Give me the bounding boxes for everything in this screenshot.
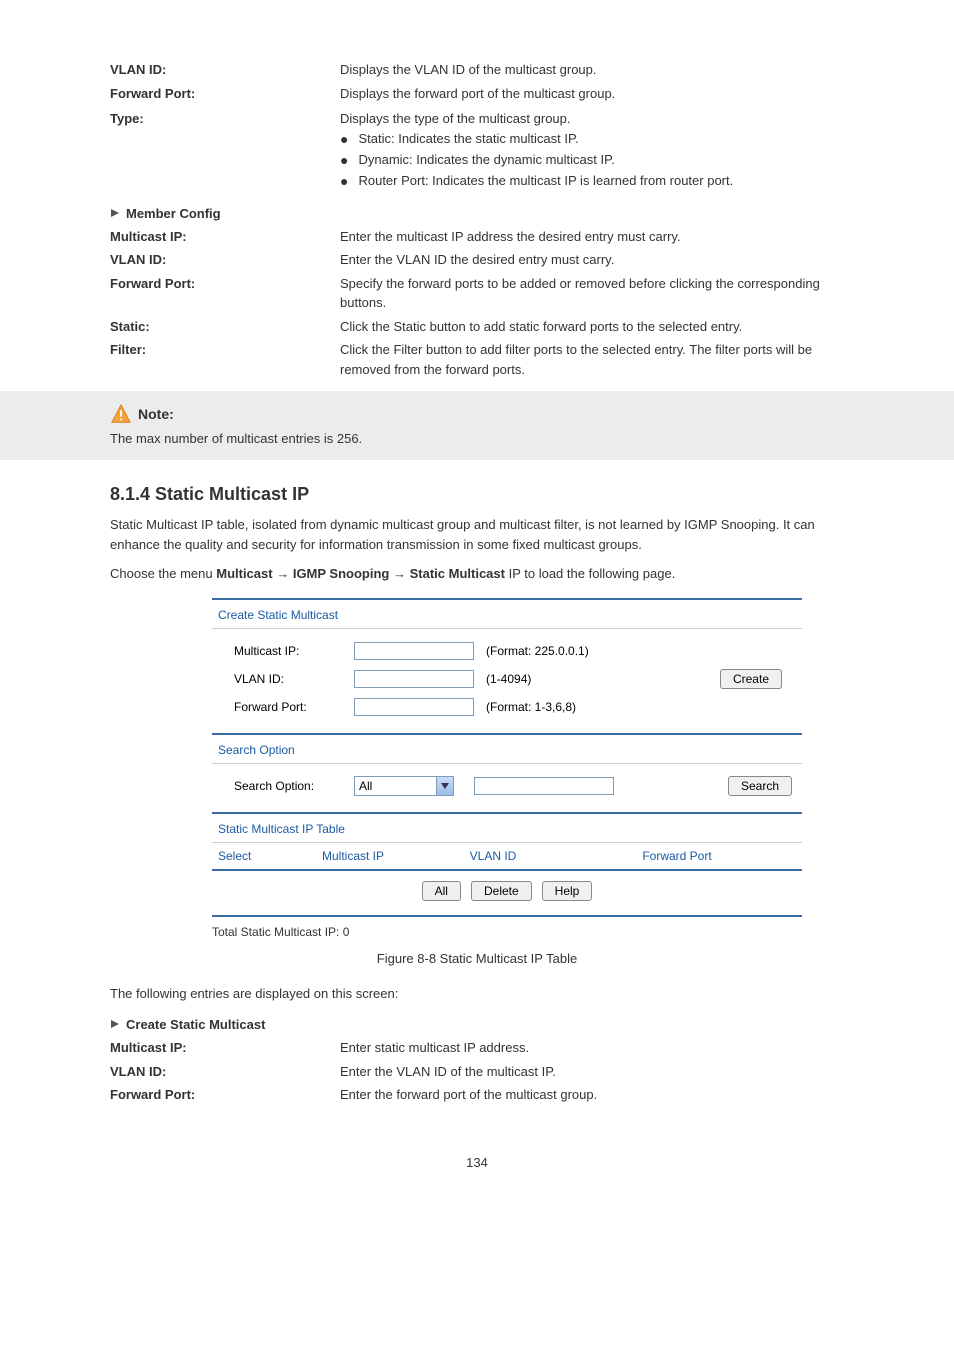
label-type: Type: [110, 109, 340, 192]
type-intro: Displays the type of the multicast group… [340, 109, 844, 129]
cs-vlan-id: VLAN ID: Enter the VLAN ID of the multic… [110, 1062, 844, 1082]
arrow-icon: → [276, 566, 289, 581]
mc-desc: Enter the VLAN ID the desired entry must… [340, 250, 844, 270]
search-option-title: Search Option [212, 735, 802, 763]
delete-button[interactable]: Delete [471, 881, 532, 901]
section-paragraph: Static Multicast IP table, isolated from… [110, 515, 844, 554]
hint-vlan-id: (1-4094) [486, 672, 531, 686]
cs-forward-port: Forward Port: Enter the forward port of … [110, 1085, 844, 1105]
nav-prefix: Choose the menu [110, 566, 216, 581]
lbl-forward-port: Forward Port: [222, 700, 354, 714]
chevron-icon [110, 206, 120, 221]
nav-suffix: IP to load the following page. [509, 566, 676, 581]
figure-8-8: Create Static Multicast Multicast IP: (F… [170, 598, 844, 939]
search-option-value: All [359, 779, 372, 793]
figure-caption: Figure 8-8 Static Multicast IP Table [110, 951, 844, 966]
field-type: Type: Displays the type of the multicast… [110, 109, 844, 192]
mc-static: Static: Click the Static button to add s… [110, 317, 844, 337]
create-button[interactable]: Create [720, 669, 782, 689]
th-select: Select [218, 849, 278, 863]
bullet-icon: ● [340, 150, 348, 171]
entries-intro: The following entries are displayed on t… [110, 984, 844, 1004]
cs-desc: Enter the VLAN ID of the multicast IP. [340, 1062, 844, 1082]
mc-label: VLAN ID: [110, 250, 340, 270]
multicast-ip-input[interactable] [354, 642, 474, 660]
create-static-title-text: Create Static Multicast [126, 1017, 265, 1032]
field-forward-port: Forward Port: Displays the forward port … [110, 84, 844, 104]
mc-label: Forward Port: [110, 274, 340, 313]
cs-label: Forward Port: [110, 1085, 340, 1105]
page-number: 134 [110, 1155, 844, 1170]
note-title: Note: [138, 406, 174, 422]
type-bullet-text: Static: Indicates the static multicast I… [358, 129, 578, 149]
chevron-icon [110, 1017, 120, 1032]
search-button[interactable]: Search [728, 776, 792, 796]
section-heading: 8.1.4 Static Multicast IP [110, 484, 844, 505]
mc-desc: Click the Static button to add static fo… [340, 317, 844, 337]
mc-forward-port: Forward Port: Specify the forward ports … [110, 274, 844, 313]
hint-multicast-ip: (Format: 225.0.0.1) [486, 644, 589, 658]
mc-desc: Specify the forward ports to be added or… [340, 274, 844, 313]
create-static-title: Create Static Multicast [212, 600, 802, 628]
lbl-multicast-ip: Multicast IP: [222, 644, 354, 658]
static-table-title: Static Multicast IP Table [212, 814, 802, 842]
bullet-icon: ● [340, 171, 348, 192]
nav-line: Choose the menu Multicast → IGMP Snoopin… [110, 564, 844, 584]
mc-desc: Enter the multicast IP address the desir… [340, 227, 844, 247]
cs-multicast-ip: Multicast IP: Enter static multicast IP … [110, 1038, 844, 1058]
nav-static-multicast: Static Multicast [410, 566, 505, 581]
all-button[interactable]: All [422, 881, 461, 901]
th-vlan-id: VLAN ID [428, 849, 558, 863]
hint-forward-port: (Format: 1-3,6,8) [486, 700, 576, 714]
arrow-icon: → [393, 566, 406, 581]
mc-filter: Filter: Click the Filter button to add f… [110, 340, 844, 379]
mc-label: Filter: [110, 340, 340, 379]
label-vlan-id: VLAN ID: [110, 60, 340, 80]
mc-label: Multicast IP: [110, 227, 340, 247]
table-buttons: All Delete Help [212, 871, 802, 915]
note-box: Note: The max number of multicast entrie… [0, 391, 954, 460]
desc-forward-port: Displays the forward port of the multica… [340, 84, 844, 104]
search-option-select[interactable]: All [354, 776, 454, 796]
mc-multicast-ip: Multicast IP: Enter the multicast IP add… [110, 227, 844, 247]
cs-label: Multicast IP: [110, 1038, 340, 1058]
chevron-down-icon [436, 777, 453, 795]
type-bullet-router: ● Router Port: Indicates the multicast I… [340, 171, 844, 192]
mc-vlan-id: VLAN ID: Enter the VLAN ID the desired e… [110, 250, 844, 270]
total-line: Total Static Multicast IP: 0 [212, 917, 802, 939]
bullet-icon: ● [340, 129, 348, 150]
vlan-id-input[interactable] [354, 670, 474, 688]
nav-igmp: IGMP Snooping [293, 566, 390, 581]
mc-desc: Click the Filter button to add filter po… [340, 340, 844, 379]
mc-label: Static: [110, 317, 340, 337]
table-header: Select Multicast IP VLAN ID Forward Port [212, 843, 802, 871]
member-config-heading: Member Config [110, 206, 844, 221]
ui-panel: Create Static Multicast Multicast IP: (F… [212, 598, 802, 917]
field-vlan-id: VLAN ID: Displays the VLAN ID of the mul… [110, 60, 844, 80]
type-bullet-text: Router Port: Indicates the multicast IP … [358, 171, 733, 191]
type-bullet-static: ● Static: Indicates the static multicast… [340, 129, 844, 150]
member-config-title: Member Config [126, 206, 221, 221]
search-input[interactable] [474, 777, 614, 795]
cs-desc: Enter the forward port of the multicast … [340, 1085, 844, 1105]
nav-multicast: Multicast [216, 566, 272, 581]
create-form: Multicast IP: (Format: 225.0.0.1) VLAN I… [212, 629, 802, 733]
desc-vlan-id: Displays the VLAN ID of the multicast gr… [340, 60, 844, 80]
th-forward-port: Forward Port [558, 849, 796, 863]
lbl-vlan-id: VLAN ID: [222, 672, 354, 686]
lbl-search-option: Search Option: [222, 779, 354, 793]
note-heading: Note: [110, 403, 844, 425]
type-bullet-text: Dynamic: Indicates the dynamic multicast… [358, 150, 614, 170]
note-body: The max number of multicast entries is 2… [110, 431, 844, 446]
forward-port-input[interactable] [354, 698, 474, 716]
cs-desc: Enter static multicast IP address. [340, 1038, 844, 1058]
label-forward-port: Forward Port: [110, 84, 340, 104]
th-multicast-ip: Multicast IP [278, 849, 428, 863]
create-static-heading: Create Static Multicast [110, 1017, 844, 1032]
cs-label: VLAN ID: [110, 1062, 340, 1082]
warning-icon [110, 403, 132, 425]
search-form: Search Option: All Search [212, 764, 802, 812]
help-button[interactable]: Help [542, 881, 593, 901]
type-bullet-dynamic: ● Dynamic: Indicates the dynamic multica… [340, 150, 844, 171]
